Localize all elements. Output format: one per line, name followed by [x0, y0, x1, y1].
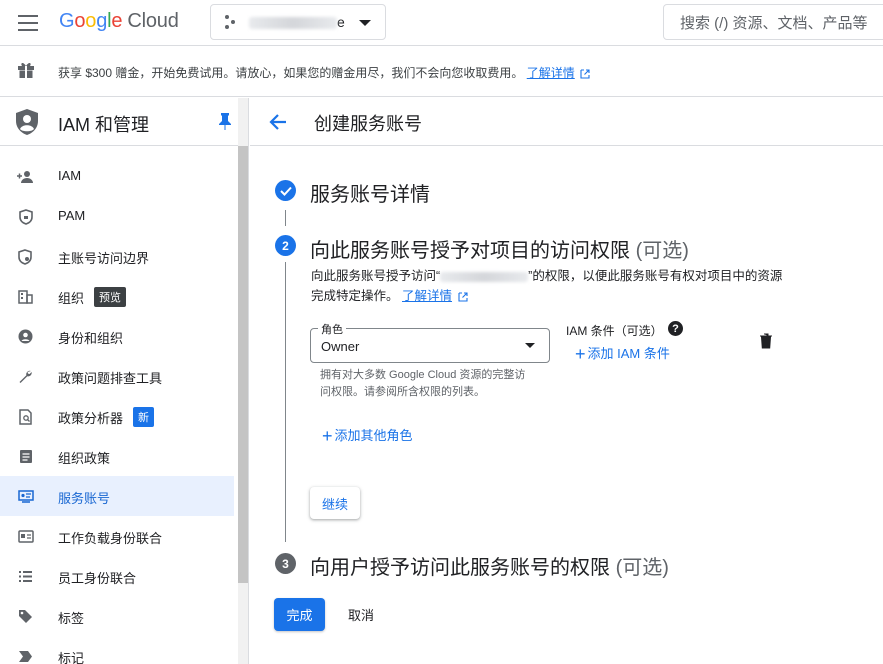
iam-condition-label: IAM 条件（可选） — [566, 324, 663, 338]
sidebar-item-label: 组织 — [58, 291, 85, 306]
promo-banner: 获享 $300 赠金，开始免费试用。请放心，如果您的赠金用尽，我们不会向您收取费… — [0, 47, 883, 97]
redacted-project-id — [440, 271, 529, 282]
project-picker[interactable]: e — [210, 4, 386, 40]
step-1-title[interactable]: 服务账号详情 — [310, 178, 430, 207]
google-cloud-logo[interactable]: Google Cloud — [59, 10, 179, 33]
step-2-learn-more-link[interactable]: 了解详情 — [402, 289, 452, 303]
step-1-check-icon — [275, 180, 296, 201]
sidebar: IAM 和管理 IAM PAM 主账号访问边界 组织 预览 身份和组织 政策问题排查工具 政策… — [0, 98, 249, 664]
sidebar-item-label: 组织政策 — [58, 451, 111, 466]
plus-icon: + — [575, 344, 586, 364]
step-3-number: 3 — [275, 553, 296, 574]
label-icon — [17, 648, 34, 664]
add-another-role-button[interactable]: + 添加其他角色 — [322, 425, 413, 447]
promo-learn-more-link[interactable]: 了解详情 — [527, 66, 575, 80]
menu-icon[interactable] — [16, 12, 40, 34]
promo-text: 获享 $300 赠金，开始免费试用。请放心，如果您的赠金用尽，我们不会向您收取费… — [58, 64, 590, 81]
step-connector — [285, 210, 286, 226]
sidebar-item[interactable]: 标记 — [0, 636, 234, 664]
sidebar-title: IAM 和管理 — [58, 115, 150, 135]
step-2-connector — [285, 262, 286, 542]
person-add-icon — [17, 168, 34, 185]
continue-button[interactable]: 继续 — [310, 487, 360, 519]
sidebar-item-label: PAM — [58, 208, 86, 223]
sidebar-item-label: 标签 — [58, 611, 85, 626]
sidebar-item[interactable]: 政策分析器新 — [0, 396, 234, 436]
main-header: 创建服务账号 — [250, 98, 883, 146]
redacted-project-name — [249, 17, 337, 30]
pin-icon[interactable] — [219, 112, 231, 130]
sidebar-item[interactable]: 工作负载身份联合 — [0, 516, 234, 556]
external-link-icon — [457, 292, 468, 302]
sidebar-item[interactable]: 政策问题排查工具 — [0, 356, 234, 396]
sidebar-item-label: 服务账号 — [58, 491, 111, 506]
policy-icon — [17, 248, 34, 265]
sidebar-item-label: 工作负载身份联合 — [58, 531, 163, 546]
sidebar-item-label: 身份和组织 — [58, 331, 124, 346]
sidebar-item[interactable]: 标签 — [0, 596, 234, 636]
sidebar-item[interactable]: 组织 预览 — [0, 276, 234, 316]
list-document-icon — [17, 448, 34, 465]
sidebar-item-label: 员工身份联合 — [58, 571, 137, 586]
service-account-icon — [17, 488, 34, 505]
search-input[interactable]: 搜索 (/) 资源、文档、产品等 — [663, 4, 883, 40]
help-icon[interactable]: ? — [668, 321, 683, 336]
shield-icon — [16, 109, 38, 135]
sidebar-scrollbar[interactable] — [238, 146, 248, 583]
account-circle-icon — [17, 328, 34, 345]
sidebar-item[interactable]: 员工身份联合 — [0, 556, 234, 596]
add-iam-condition-button[interactable]: + 添加 IAM 条件 — [575, 343, 670, 365]
sidebar-item[interactable]: 主账号访问边界 — [0, 236, 234, 276]
sidebar-item-label: IAM — [58, 168, 82, 183]
sidebar-item-label: 标记 — [58, 651, 85, 664]
role-select[interactable]: Owner — [310, 328, 550, 363]
top-bar: Google Cloud e 搜索 (/) 资源、文档、产品等 — [0, 0, 883, 46]
plus-icon: + — [322, 426, 333, 446]
list-icon — [17, 568, 34, 585]
domain-icon — [17, 288, 34, 305]
step-2-title: 向此服务账号授予对项目的访问权限 (可选) — [310, 240, 689, 262]
sidebar-item[interactable]: 身份和组织 — [0, 316, 234, 356]
project-name: e — [249, 14, 349, 30]
chevron-down-icon — [359, 20, 371, 26]
wrench-icon — [17, 368, 34, 385]
role-value: Owner — [321, 339, 360, 354]
shield-lock-icon — [17, 208, 34, 225]
sidebar-item-label: 政策问题排查工具 — [58, 371, 163, 386]
step-3-title[interactable]: 向用户授予访问此服务账号的权限 (可选) — [310, 551, 669, 580]
sidebar-item-label: 主账号访问边界 — [58, 251, 150, 266]
sidebar-item-label: 政策分析器 — [58, 411, 124, 426]
status-badge: 预览 — [94, 287, 126, 307]
page-title: 创建服务账号 — [314, 114, 422, 134]
tag-icon — [17, 608, 34, 625]
document-search-icon — [17, 408, 34, 425]
chevron-down-icon — [525, 343, 535, 348]
step-2-number: 2 — [275, 235, 296, 256]
sidebar-item[interactable]: 组织政策 — [0, 436, 234, 476]
delete-icon[interactable] — [759, 333, 773, 349]
sidebar-header: IAM 和管理 — [0, 98, 248, 146]
id-card-icon — [17, 528, 34, 545]
status-badge: 新 — [133, 407, 154, 427]
role-help-text: 拥有对大多数 Google Cloud 资源的完整访问权限。请参阅所含权限的列表… — [320, 369, 526, 398]
sidebar-item[interactable]: PAM — [0, 196, 234, 236]
sidebar-nav: IAM PAM 主账号访问边界 组织 预览 身份和组织 政策问题排查工具 政策分析器新组织政策… — [0, 156, 234, 664]
project-icon — [225, 15, 237, 29]
sidebar-item[interactable]: IAM — [0, 156, 234, 196]
done-button[interactable]: 完成 — [274, 598, 325, 631]
sidebar-item[interactable]: 服务账号 — [0, 476, 234, 516]
external-link-icon — [580, 69, 590, 79]
cancel-button[interactable]: 取消 — [337, 598, 385, 631]
back-arrow-icon[interactable] — [267, 111, 289, 133]
gift-icon — [18, 62, 34, 78]
step-2-description: 向此服务账号授予访问“ ”的权限，以便此服务账号有权对项目中的资源完成特定操作。 … — [311, 269, 783, 303]
role-label: 角色 — [318, 321, 346, 337]
